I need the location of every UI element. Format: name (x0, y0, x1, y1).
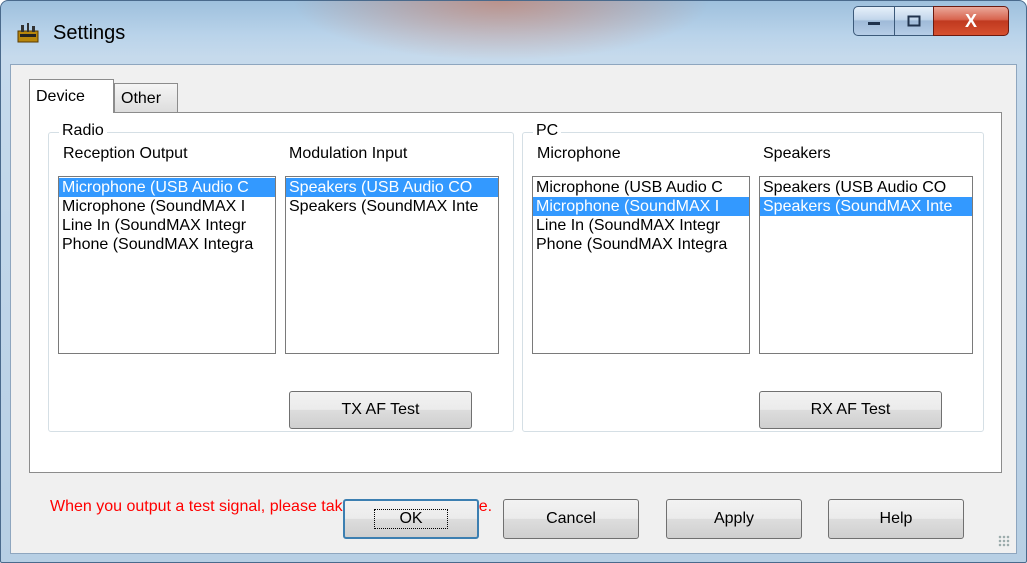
speakers-label: Speakers (763, 145, 831, 162)
list-item[interactable]: Phone (SoundMAX Integra (59, 235, 275, 254)
list-item[interactable]: Speakers (SoundMAX Inte (286, 197, 498, 216)
title-bar[interactable]: Settings X (1, 1, 1026, 65)
list-item[interactable]: Microphone (USB Audio C (533, 178, 749, 197)
radio-group-legend: Radio (59, 122, 107, 140)
apply-button[interactable]: Apply (666, 499, 802, 539)
close-icon: X (964, 10, 977, 31)
tx-af-test-button[interactable]: TX AF Test (289, 391, 472, 429)
list-item[interactable]: Microphone (USB Audio C (59, 178, 275, 197)
maximize-icon (907, 15, 921, 27)
list-item[interactable]: Microphone (SoundMAX I (59, 197, 275, 216)
dialog-client-area: Device Other Radio Reception Output Modu… (10, 64, 1017, 554)
list-item[interactable]: Speakers (USB Audio CO (286, 178, 498, 197)
list-item[interactable]: Speakers (SoundMAX Inte (760, 197, 972, 216)
tab-other[interactable]: Other (114, 83, 178, 113)
list-item[interactable]: Phone (SoundMAX Integra (533, 235, 749, 254)
cancel-button[interactable]: Cancel (503, 499, 639, 539)
resize-grip-icon[interactable] (998, 535, 1010, 547)
device-tab-panel: Radio Reception Output Modulation Input … (29, 112, 1002, 515)
tab-other-label: Other (121, 89, 162, 107)
window-title: Settings (53, 22, 126, 44)
speakers-list[interactable]: Speakers (USB Audio CO Speakers (SoundMA… (759, 176, 973, 354)
maximize-button[interactable] (894, 6, 934, 36)
modulation-input-list[interactable]: Speakers (USB Audio CO Speakers (SoundMA… (285, 176, 499, 354)
close-button[interactable]: X (933, 6, 1009, 36)
reception-output-list[interactable]: Microphone (USB Audio C Microphone (Soun… (58, 176, 276, 354)
rx-af-test-button[interactable]: RX AF Test (759, 391, 942, 429)
pc-group-legend: PC (533, 122, 562, 140)
list-item[interactable]: Microphone (SoundMAX I (533, 197, 749, 216)
radio-group: Radio Reception Output Modulation Input … (48, 122, 514, 432)
minimize-icon (868, 22, 880, 25)
list-item[interactable]: Line In (SoundMAX Integr (533, 216, 749, 235)
help-button[interactable]: Help (828, 499, 964, 539)
ok-button[interactable]: OK (343, 499, 479, 539)
tab-device[interactable]: Device (29, 79, 114, 113)
pc-group: PC Microphone Speakers Microphone (USB A… (522, 122, 984, 432)
tab-device-label: Device (36, 87, 85, 105)
modulation-input-label: Modulation Input (289, 145, 408, 162)
microphone-list[interactable]: Microphone (USB Audio C Microphone (Soun… (532, 176, 750, 354)
list-item[interactable]: Speakers (USB Audio CO (760, 178, 972, 197)
ok-button-label: OK (374, 509, 448, 529)
microphone-label: Microphone (537, 145, 621, 162)
app-icon (17, 23, 39, 43)
list-item[interactable]: Line In (SoundMAX Integr (59, 216, 275, 235)
reception-output-label: Reception Output (63, 145, 188, 162)
settings-window: Settings X Device Other Radio Reception … (0, 0, 1027, 563)
minimize-button[interactable] (853, 6, 895, 36)
